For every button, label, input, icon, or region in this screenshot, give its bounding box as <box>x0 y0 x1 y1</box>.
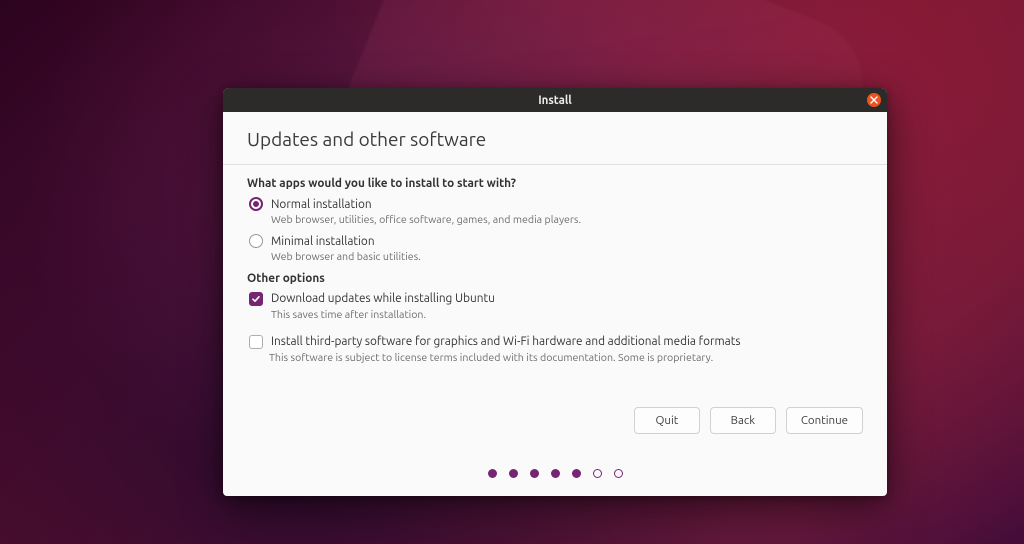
checkbox-download-label: Download updates while installing Ubuntu <box>271 292 495 305</box>
progress-dot-2 <box>509 469 518 478</box>
radio-minimal-desc: Web browser and basic utilities. <box>247 250 863 264</box>
dialog-content: Updates and other software What apps wou… <box>223 112 887 372</box>
radio-minimal-label: Minimal installation <box>271 235 375 248</box>
titlebar: Install <box>223 88 887 112</box>
progress-dot-6 <box>593 469 602 478</box>
quit-button[interactable]: Quit <box>634 407 700 434</box>
divider <box>223 164 887 165</box>
progress-dot-7 <box>614 469 623 478</box>
checkbox-download-updates-row[interactable]: Download updates while installing Ubuntu <box>247 292 863 306</box>
progress-dot-5 <box>572 469 581 478</box>
close-button[interactable] <box>867 93 881 107</box>
window-title: Install <box>538 94 572 107</box>
page-title: Updates and other software <box>247 128 863 150</box>
progress-dot-4 <box>551 469 560 478</box>
checkbox-download-updates[interactable] <box>249 292 263 306</box>
progress-dot-1 <box>488 469 497 478</box>
checkbox-third-party-label: Install third-party software for graphic… <box>271 335 740 348</box>
button-row: Quit Back Continue <box>634 407 863 434</box>
back-button[interactable]: Back <box>710 407 776 434</box>
radio-minimal-installation[interactable] <box>249 234 263 248</box>
checkbox-third-party[interactable] <box>249 335 263 349</box>
progress-dot-3 <box>530 469 539 478</box>
installer-dialog: Install Updates and other software What … <box>223 88 887 496</box>
close-icon <box>870 96 878 104</box>
radio-normal-installation[interactable] <box>249 197 263 211</box>
apps-question: What apps would you like to install to s… <box>247 177 863 190</box>
radio-normal-desc: Web browser, utilities, office software,… <box>247 213 863 227</box>
radio-minimal-installation-row[interactable]: Minimal installation <box>247 234 863 248</box>
other-options-heading: Other options <box>247 272 863 285</box>
radio-normal-label: Normal installation <box>271 198 372 211</box>
checkbox-download-desc: This saves time after installation. <box>247 308 863 322</box>
radio-normal-installation-row[interactable]: Normal installation <box>247 197 863 211</box>
continue-button[interactable]: Continue <box>786 407 863 434</box>
checkbox-third-party-desc: This software is subject to license term… <box>247 351 863 365</box>
checkmark-icon <box>251 294 261 304</box>
progress-dots <box>223 469 887 478</box>
checkbox-third-party-row[interactable]: Install third-party software for graphic… <box>247 335 863 349</box>
